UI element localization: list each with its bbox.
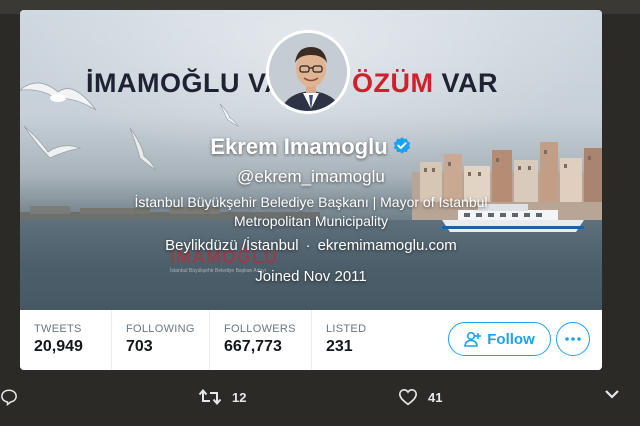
profile-avatar[interactable] [266,30,350,114]
stat-tweets-label: TWEETS [34,323,82,335]
tweet-menu-button[interactable] [604,388,620,400]
like-button[interactable]: 41 [398,388,442,406]
stat-followers-value: 667,773 [224,338,282,355]
stat-following[interactable]: FOLLOWING 703 [112,310,210,370]
banner-slogan-dark: VAR [441,68,499,98]
more-options-button[interactable] [556,322,590,356]
banner-slogan-right: ÖZÜM VAR [352,68,498,99]
add-user-icon [464,331,482,347]
stat-listed-value: 231 [326,338,353,355]
profile-name-text[interactable]: Ekrem Imamoglu [210,134,387,159]
stat-following-value: 703 [126,338,153,355]
separator-dot: · [305,237,311,254]
stat-tweets[interactable]: TWEETS 20,949 [20,310,112,370]
profile-handle[interactable]: @ekrem_imamoglu [20,167,602,187]
profile-location: Beylikdüzü /İstanbul [165,237,299,254]
reply-button[interactable] [0,388,18,406]
profile-bio-line-2: Metropolitan Municipality [233,213,389,229]
tweet-actions-bar: 12 41 [0,388,640,418]
profile-stats-bar: TWEETS 20,949 FOLLOWING 703 FOLLOWERS 66… [20,310,602,370]
retweet-icon [198,388,222,406]
stat-tweets-value: 20,949 [34,338,83,355]
heart-icon [398,388,418,406]
profile-joined-date: Joined Nov 2011 [255,268,367,285]
stat-followers[interactable]: FOLLOWERS 667,773 [210,310,312,370]
retweet-button[interactable]: 12 [198,388,246,406]
seagull-4 [219,103,239,127]
reply-icon [1,389,17,406]
ellipsis-icon [565,337,581,341]
follow-button[interactable]: Follow [448,322,551,356]
profile-banner: İMAMOĞLU VAR ÖZÜM VAR İMAMOĞLU İstanbul … [20,10,602,310]
like-count: 41 [428,389,443,405]
stat-following-label: FOLLOWING [126,323,195,335]
follow-button-label: Follow [487,330,535,348]
verified-badge-icon [393,137,410,154]
stat-listed[interactable]: LISTED 231 [312,310,402,370]
stat-listed-label: LISTED [326,323,367,335]
profile-website-link[interactable]: ekremimamoglu.com [318,237,457,254]
chevron-down-icon [605,390,619,399]
profile-card: İMAMOĞLU VAR ÖZÜM VAR İMAMOĞLU İstanbul … [20,10,602,370]
profile-location-row: Beylikdüzü /İstanbul · ekremimamoglu.com [20,237,602,254]
profile-name[interactable]: Ekrem Imamoglu [20,134,602,160]
profile-bio-line-1: İstanbul Büyükşehir Belediye Başkanı | M… [134,194,488,210]
stat-followers-label: FOLLOWERS [224,323,296,335]
retweet-count: 12 [232,389,247,405]
banner-slogan-red: ÖZÜM [352,68,434,98]
